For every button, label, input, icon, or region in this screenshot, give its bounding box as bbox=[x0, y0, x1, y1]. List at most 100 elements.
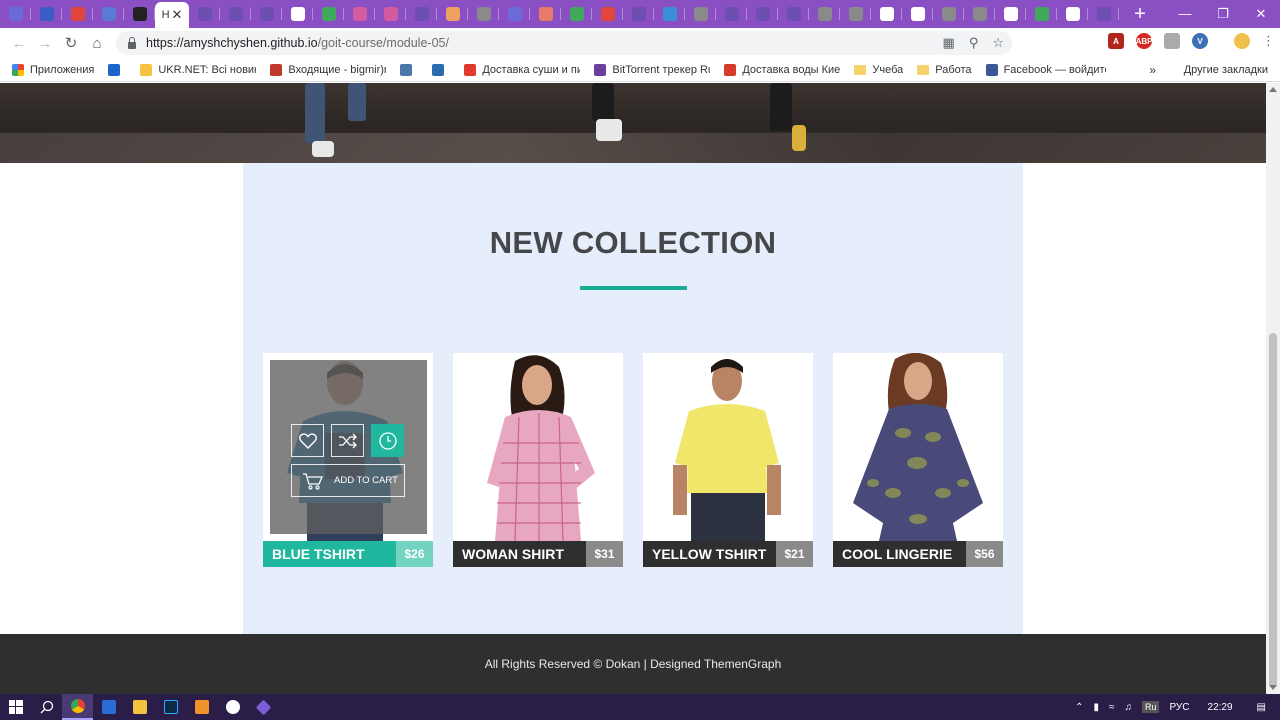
adblock-extension-icon[interactable]: ABP bbox=[1136, 33, 1152, 49]
product-card[interactable]: COOL LINGERIE $56 bbox=[833, 353, 1003, 567]
browser-tab[interactable] bbox=[809, 0, 840, 28]
add-to-cart-button[interactable]: ADD TO CART bbox=[291, 464, 405, 497]
minimize-icon[interactable]: — bbox=[1166, 0, 1204, 28]
browser-tab[interactable] bbox=[220, 0, 251, 28]
page-scrollbar[interactable] bbox=[1266, 83, 1280, 694]
battery-icon[interactable]: ▮ bbox=[1093, 702, 1099, 713]
home-icon[interactable]: ⌂ bbox=[84, 35, 110, 52]
browser-tab[interactable] bbox=[623, 0, 654, 28]
bookmark-folder-study[interactable]: Учеба bbox=[854, 64, 903, 76]
browser-tab[interactable] bbox=[468, 0, 499, 28]
bookmark-item[interactable]: UKR.NET: Всі новини bbox=[140, 63, 256, 76]
photoshop-icon[interactable] bbox=[155, 694, 186, 720]
browser-tab[interactable] bbox=[282, 0, 313, 28]
browser-tab[interactable] bbox=[251, 0, 282, 28]
bookmark-item[interactable] bbox=[400, 63, 418, 76]
back-icon[interactable]: ← bbox=[6, 35, 32, 52]
profile-avatar[interactable] bbox=[1234, 33, 1250, 49]
bookmark-item[interactable] bbox=[108, 63, 126, 76]
pdf-extension-icon[interactable]: A bbox=[1108, 33, 1124, 49]
browser-tab[interactable] bbox=[62, 0, 93, 28]
browser-tab[interactable] bbox=[124, 0, 155, 28]
browser-tab[interactable] bbox=[778, 0, 809, 28]
browser-tab[interactable] bbox=[685, 0, 716, 28]
bookmark-item[interactable] bbox=[432, 63, 450, 76]
product-card[interactable]: WOMAN SHIRT $31 bbox=[453, 353, 623, 567]
bookmark-facebook[interactable]: Facebook — войдите bbox=[985, 63, 1106, 76]
scrollbar-thumb[interactable] bbox=[1269, 333, 1277, 688]
scroll-down-arrow-icon[interactable] bbox=[1269, 685, 1277, 690]
browser-tab[interactable] bbox=[902, 0, 933, 28]
windows-start-icon[interactable] bbox=[0, 694, 31, 720]
browser-tab[interactable] bbox=[406, 0, 437, 28]
browser-tab[interactable] bbox=[375, 0, 406, 28]
browser-tab[interactable] bbox=[93, 0, 124, 28]
product-name[interactable]: YELLOW TSHIRT bbox=[643, 541, 776, 567]
browser-tab[interactable] bbox=[530, 0, 561, 28]
file-explorer-icon[interactable] bbox=[124, 694, 155, 720]
reload-icon[interactable]: ↻ bbox=[58, 34, 84, 52]
clock[interactable]: 22:29 bbox=[1208, 702, 1233, 713]
browser-tab[interactable] bbox=[716, 0, 747, 28]
new-tab-icon[interactable]: + bbox=[1125, 0, 1155, 28]
tray-chevron-icon[interactable]: ⌃ bbox=[1075, 702, 1083, 713]
product-card[interactable]: YELLOW TSHIRT $21 bbox=[643, 353, 813, 567]
volume-icon[interactable]: ♫ bbox=[1124, 702, 1132, 713]
wishlist-button[interactable] bbox=[291, 424, 324, 457]
bookmark-apps[interactable]: Приложения bbox=[12, 63, 94, 76]
bookmark-folder-work[interactable]: Работа bbox=[917, 64, 972, 76]
browser-tab[interactable] bbox=[871, 0, 902, 28]
browser-tab[interactable] bbox=[561, 0, 592, 28]
browser-tab[interactable] bbox=[654, 0, 685, 28]
language-badge[interactable]: Ru bbox=[1141, 701, 1160, 713]
app-taskbar-icon[interactable] bbox=[93, 694, 124, 720]
product-name[interactable]: BLUE TSHIRT bbox=[263, 541, 396, 567]
browser-tab[interactable] bbox=[747, 0, 778, 28]
wifi-icon[interactable]: ≈ bbox=[1109, 702, 1115, 713]
search-icon[interactable] bbox=[31, 694, 62, 720]
product-name[interactable]: WOMAN SHIRT bbox=[453, 541, 586, 567]
product-card[interactable]: ADD TO CART BLUE TSHIRT $26 bbox=[263, 353, 433, 567]
browser-tab[interactable] bbox=[344, 0, 375, 28]
translate-icon[interactable]: ▦ bbox=[943, 35, 955, 51]
menu-icon[interactable]: ⋮ bbox=[1262, 33, 1275, 49]
close-window-icon[interactable]: ✕ bbox=[1242, 0, 1280, 28]
compare-button[interactable] bbox=[331, 424, 364, 457]
bookmark-item[interactable]: Доставка воды Киев bbox=[724, 63, 840, 76]
browser-tab[interactable] bbox=[840, 0, 871, 28]
bookmarks-overflow[interactable]: » bbox=[1149, 58, 1156, 82]
product-name[interactable]: COOL LINGERIE bbox=[833, 541, 966, 567]
address-bar[interactable]: https://amyshchyshen.github.io/goit-cour… bbox=[116, 31, 1012, 55]
language-indicator[interactable]: РУС bbox=[1169, 702, 1189, 713]
extension-icon[interactable] bbox=[1164, 33, 1180, 49]
maximize-icon[interactable]: ❐ bbox=[1204, 0, 1242, 28]
browser-tab[interactable] bbox=[189, 0, 220, 28]
browser-tab[interactable] bbox=[1026, 0, 1057, 28]
sublime-text-icon[interactable] bbox=[186, 694, 217, 720]
browser-tab-active[interactable]: H ✕ bbox=[155, 2, 189, 28]
browser-tab[interactable] bbox=[933, 0, 964, 28]
browser-tab[interactable] bbox=[0, 0, 31, 28]
scroll-up-arrow-icon[interactable] bbox=[1269, 87, 1277, 92]
browser-tab[interactable] bbox=[964, 0, 995, 28]
browser-tab[interactable] bbox=[995, 0, 1026, 28]
browser-tab[interactable] bbox=[1088, 0, 1119, 28]
browser-tab[interactable] bbox=[1057, 0, 1088, 28]
browser-tab[interactable] bbox=[31, 0, 62, 28]
forward-icon[interactable]: → bbox=[32, 35, 58, 52]
github-desktop-icon[interactable] bbox=[217, 694, 248, 720]
notifications-icon[interactable]: ▤ bbox=[1257, 702, 1266, 713]
quick-view-button[interactable] bbox=[371, 424, 404, 457]
chrome-taskbar-icon[interactable] bbox=[62, 694, 93, 720]
zoom-icon[interactable]: ⚲ bbox=[969, 35, 979, 51]
bookmark-star-icon[interactable]: ☆ bbox=[992, 35, 1004, 51]
browser-tab[interactable] bbox=[437, 0, 468, 28]
browser-tab[interactable] bbox=[592, 0, 623, 28]
tab-close-icon[interactable]: ✕ bbox=[172, 7, 183, 23]
browser-tab[interactable] bbox=[499, 0, 530, 28]
vpn-extension-icon[interactable]: V bbox=[1192, 33, 1208, 49]
sourcetree-icon[interactable] bbox=[248, 694, 279, 720]
bookmark-item[interactable]: Входящие - bigmir)net bbox=[270, 63, 386, 76]
bookmark-item[interactable]: BitTorrent трекер RuTracker bbox=[594, 63, 710, 76]
bookmark-other[interactable]: Другие закладки bbox=[1184, 58, 1268, 82]
